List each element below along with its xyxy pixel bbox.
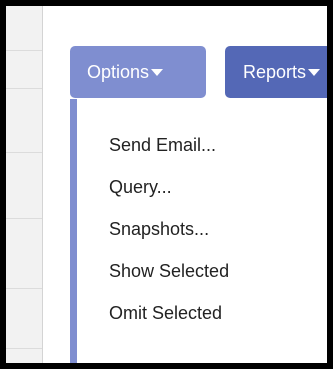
grid-line xyxy=(6,288,42,289)
menu-item-snapshots[interactable]: Snapshots... xyxy=(77,208,229,250)
grid-line xyxy=(6,348,42,349)
grid-line xyxy=(6,218,42,219)
grid-line xyxy=(6,50,42,51)
grid-line xyxy=(6,88,42,89)
options-button[interactable]: Options xyxy=(70,46,206,98)
caret-down-icon xyxy=(308,68,321,76)
caret-down-icon xyxy=(151,68,164,76)
menu-item-send-email[interactable]: Send Email... xyxy=(77,124,229,166)
reports-button[interactable]: Reports xyxy=(225,46,327,98)
options-button-label: Options xyxy=(87,62,150,82)
menu-item-show-selected[interactable]: Show Selected xyxy=(77,250,229,292)
row-gutter xyxy=(6,6,43,363)
options-menu-list: Send Email... Query... Snapshots... Show… xyxy=(77,124,229,334)
grid-line xyxy=(6,152,42,153)
options-dropdown-menu: Send Email... Query... Snapshots... Show… xyxy=(70,99,327,363)
menu-item-query[interactable]: Query... xyxy=(77,166,229,208)
reports-button-label: Reports xyxy=(243,62,307,82)
app-window: Options Reports Send Email... Query... S… xyxy=(6,6,327,363)
menu-item-omit-selected[interactable]: Omit Selected xyxy=(77,292,229,334)
